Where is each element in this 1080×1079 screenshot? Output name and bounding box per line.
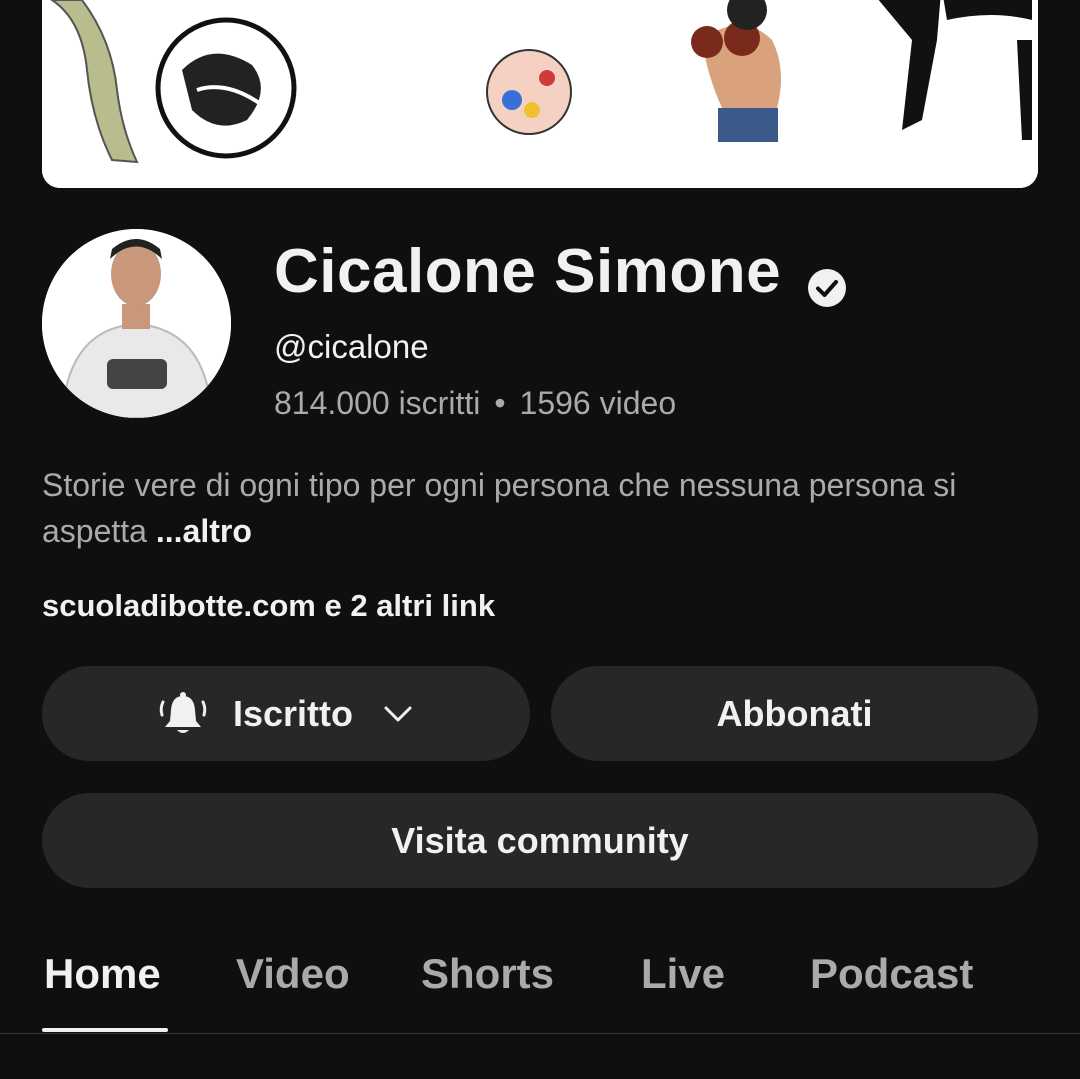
tab-home[interactable]: Home xyxy=(44,950,161,998)
subscribed-label: Iscritto xyxy=(232,692,354,734)
tab-podcast[interactable]: Podcast xyxy=(810,950,973,998)
subscribed-button[interactable]: Iscritto xyxy=(42,666,530,761)
active-tab-indicator xyxy=(42,1028,168,1032)
tab-live[interactable]: Live xyxy=(641,950,725,998)
description-more-link[interactable]: ...altro xyxy=(156,513,252,549)
subscriber-count: 814.000 iscritti xyxy=(274,385,481,421)
channel-handle: @cicalone xyxy=(274,328,429,365)
channel-tabs: Home Video Shorts Live Podcast xyxy=(0,940,1080,1035)
channel-links[interactable]: scuoladibotte.com e 2 altri link xyxy=(42,588,495,624)
channel-avatar[interactable] xyxy=(42,229,231,418)
channel-name: Cicalone Simone xyxy=(274,236,847,307)
tabs-divider xyxy=(0,1033,1080,1034)
channel-stats: 814.000 iscritti • 1596 video xyxy=(274,385,676,422)
channel-name-text: Cicalone Simone xyxy=(274,237,782,306)
video-count: 1596 video xyxy=(519,385,677,421)
chevron-down-icon xyxy=(384,706,412,721)
channel-description[interactable]: Storie vere di ogni tipo per ogni person… xyxy=(42,462,1032,554)
verified-check-icon xyxy=(807,252,847,307)
stats-separator: • xyxy=(494,385,506,421)
tab-shorts[interactable]: Shorts xyxy=(421,950,554,998)
channel-banner xyxy=(42,0,1038,188)
join-button[interactable]: Abbonati xyxy=(551,666,1038,761)
community-label: Visita community xyxy=(391,819,689,861)
join-label: Abbonati xyxy=(716,692,873,734)
bell-icon xyxy=(159,691,207,733)
visit-community-button[interactable]: Visita community xyxy=(42,793,1038,888)
channel-page: Cicalone Simone @cicalone 814.000 iscrit… xyxy=(0,0,1080,1079)
tab-video[interactable]: Video xyxy=(236,950,350,998)
